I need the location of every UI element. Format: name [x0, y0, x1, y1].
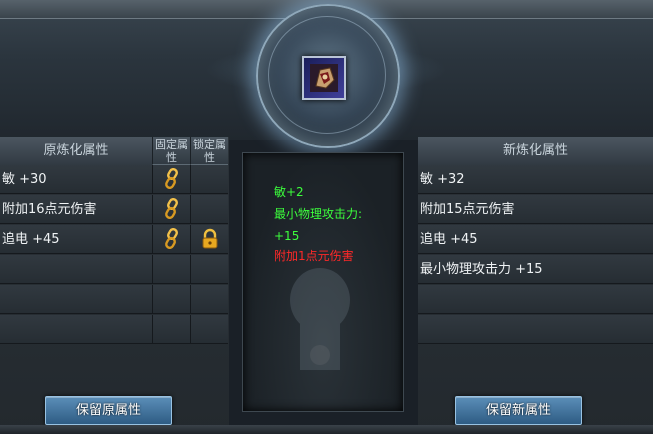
- chain-link-icon: [164, 228, 178, 249]
- armor-item-icon: [310, 64, 338, 92]
- original-attributes-header: 原炼化属性: [0, 137, 152, 166]
- item-slot[interactable]: [302, 56, 346, 100]
- padlock-icon: [202, 228, 217, 249]
- original-attribute-row: 敏 +30: [0, 165, 152, 194]
- new-attribute-row: 追电 +45: [418, 225, 653, 254]
- new-attributes-header: 新炼化属性: [418, 137, 653, 166]
- refine-result-line: 敏+2: [274, 185, 304, 199]
- fixed-attribute-toggle[interactable]: [152, 165, 190, 194]
- lock-attribute-toggle[interactable]: [190, 165, 228, 194]
- original-attribute-row: 追电 +45: [0, 225, 152, 254]
- refine-result-line: +15: [274, 229, 300, 243]
- new-attribute-row: [418, 315, 653, 344]
- lock-attribute-toggle[interactable]: [190, 285, 228, 314]
- original-attribute-row: [0, 285, 152, 314]
- chain-link-icon: [164, 198, 178, 219]
- lock-attribute-toggle[interactable]: [190, 195, 228, 224]
- new-attribute-row: 附加15点元伤害: [418, 195, 653, 224]
- keep-new-button[interactable]: 保留新属性: [455, 396, 582, 425]
- new-attribute-row: [418, 285, 653, 314]
- silhouette-icon: [290, 268, 350, 370]
- original-attribute-row: [0, 255, 152, 284]
- chain-link-icon: [164, 168, 178, 189]
- new-attribute-row: 敏 +32: [418, 165, 653, 194]
- lock-attribute-toggle[interactable]: [190, 225, 228, 254]
- locked-attribute-header: 锁定属性: [190, 137, 228, 165]
- fixed-attribute-toggle[interactable]: [152, 195, 190, 224]
- fixed-attribute-header: 固定属性: [152, 137, 190, 165]
- fixed-attribute-toggle[interactable]: [152, 315, 190, 344]
- original-attribute-row: 附加16点元伤害: [0, 195, 152, 224]
- refine-result-line: 附加1点元伤害: [274, 249, 354, 263]
- fixed-attribute-toggle[interactable]: [152, 285, 190, 314]
- lock-attribute-toggle[interactable]: [190, 315, 228, 344]
- bottom-frame: [0, 425, 653, 434]
- fixed-attribute-toggle[interactable]: [152, 255, 190, 284]
- fixed-attribute-toggle[interactable]: [152, 225, 190, 254]
- new-attribute-row: 最小物理攻击力 +15: [418, 255, 653, 284]
- original-attribute-row: [0, 315, 152, 344]
- refine-result-line: 最小物理攻击力:: [274, 207, 363, 221]
- lock-attribute-toggle[interactable]: [190, 255, 228, 284]
- keep-original-button[interactable]: 保留原属性: [45, 396, 172, 425]
